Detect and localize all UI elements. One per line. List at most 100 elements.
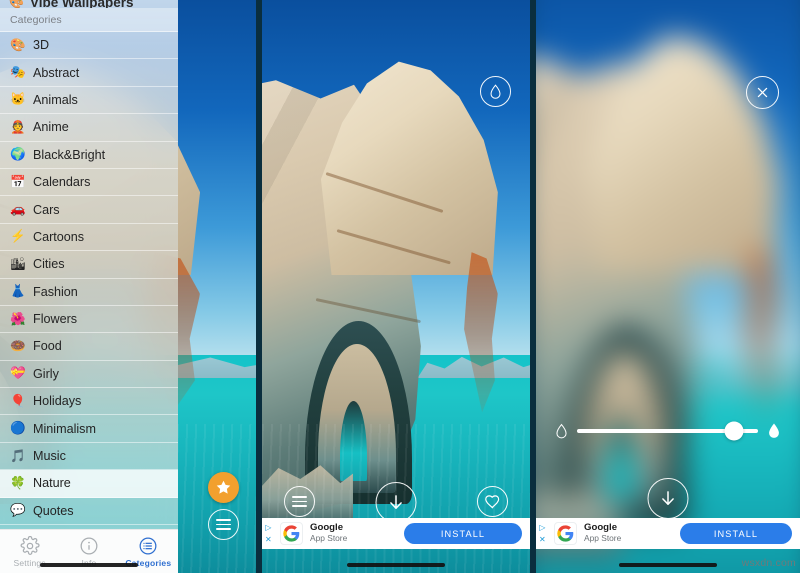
sidebar-item-music[interactable]: 🎵 Music [0,443,178,471]
download-arrow-icon [390,495,402,509]
ad-controls[interactable]: ▷ ✕ [265,523,272,544]
watermark: wsxdn.com [741,557,796,569]
category-icon: 🍀 [10,475,26,490]
ad-subtitle: App Store [310,533,348,544]
blur-toggle-button[interactable] [480,76,511,107]
ad-text: Google App Store [584,523,621,543]
blur-slider-thumb[interactable] [724,421,744,441]
category-label: Black&Bright [33,147,106,162]
category-label: Quotes [33,503,74,518]
favorite-button[interactable] [477,486,508,517]
sidebar-item-girly[interactable]: 💝 Girly [0,361,178,389]
home-indicator [347,563,445,567]
category-icon: 🎨 [10,37,26,52]
ad-controls[interactable]: ▷ ✕ [539,523,546,544]
sidebar-item-black-bright[interactable]: 🌍 Black&Bright [0,142,178,169]
adchoices-icon[interactable]: ▷ [539,523,545,532]
ad-app-logo [554,522,577,545]
sidebar-item-flowers[interactable]: 🌺 Flowers [0,306,178,334]
sidebar-item-animals[interactable]: 🐱 Animals [0,87,178,115]
close-editor-button[interactable] [746,76,779,109]
sidebar-item-minimalism[interactable]: 🔵 Minimalism [0,415,178,443]
sidebar-item-anime[interactable]: 👲 Anime [0,114,178,142]
panel-wallpaper-preview: ▷ ✕ Google App Store INSTALL [262,0,530,573]
category-label: Girly [33,366,59,381]
category-icon: 🌺 [10,311,26,326]
category-label: Food [33,339,62,354]
blur-slider-row[interactable] [536,421,800,441]
sidebar-item-abstract[interactable]: 🎭 Abstract [0,59,178,87]
category-list[interactable]: 🎨 3D 🎭 Abstract 🐱 Animals 👲 Anime 🌍 Black&Bright 📅… [0,32,178,529]
sidebar-item-calendars[interactable]: 📅 Calendars [0,169,178,197]
category-icon: 👗 [10,284,26,299]
category-label: 3D [33,38,50,53]
download-button[interactable] [375,482,417,523]
category-label: Nature [33,476,71,491]
google-logo-icon [557,525,574,542]
sidebar-item-3d[interactable]: 🎨 3D [0,32,178,60]
category-icon: 💝 [10,366,26,381]
ad-text: Google App Store [310,523,347,543]
hamburger-menu-icon [292,495,307,508]
category-label: Flowers [33,312,78,327]
category-icon: 👲 [10,119,26,134]
category-label: Cars [33,202,60,217]
ad-install-button[interactable]: INSTALL [680,523,792,544]
star-icon [216,480,231,494]
info-circle-icon [80,537,98,554]
ad-subtitle: App Store [584,533,622,544]
blur-slider-track[interactable] [577,421,758,441]
category-label: Abstract [33,65,80,80]
category-icon: 🐱 [10,92,26,107]
category-label: Fashion [33,284,78,299]
category-label: Anime [33,120,69,135]
ad-banner[interactable]: ▷ ✕ Google App Store INSTALL [262,518,530,549]
hamburger-menu-icon [216,518,231,531]
category-icon: 🎭 [10,65,26,80]
categories-section-header: Categories [0,8,178,32]
sidebar-item-cities[interactable]: 🏙 Cities [0,251,178,279]
gear-icon [20,535,40,555]
sidebar-item-fashion[interactable]: 👗 Fashion [0,279,178,306]
close-x-icon [757,87,768,98]
category-label: Animals [33,92,78,107]
download-arrow-icon [662,491,674,505]
ad-close-icon[interactable]: ✕ [539,535,546,544]
category-icon: 💬 [10,503,26,518]
sidebar-item-food[interactable]: 🍩 Food [0,333,178,361]
favorites-star-button[interactable] [208,472,239,503]
home-indicator [619,563,717,567]
download-button[interactable] [647,478,689,519]
drawer-menu-button[interactable] [208,509,239,540]
category-icon: 📅 [10,174,26,189]
sidebar-drawer: 🎨 Vibe Wallpapers Categories 🎨 3D 🎭 Abstrac… [0,0,178,573]
category-label: Minimalism [33,421,96,436]
sidebar-item-holidays[interactable]: 🎈 Holidays [0,388,178,416]
category-icon: 🌍 [10,147,26,162]
adchoices-icon[interactable]: ▷ [265,523,271,532]
panel-blur-editor: ▷ ✕ Google App Store INSTALL wsxdn.com [536,0,800,573]
water-drop-filled-icon [769,423,779,438]
app-title: 🎨 Vibe Wallpapers [0,0,178,8]
sidebar-item-cartoons[interactable]: ⚡ Cartoons [0,224,178,252]
panel-category-drawer: 🎨 Vibe Wallpapers Categories 🎨 3D 🎭 Abstrac… [0,0,256,573]
category-label: Music [33,449,66,464]
ad-close-icon[interactable]: ✕ [265,535,272,544]
category-icon: 🎈 [10,393,26,408]
heart-icon [485,494,500,508]
sidebar-item-nature[interactable]: 🍀 Nature [0,470,178,498]
ad-install-button[interactable]: INSTALL [404,523,522,544]
water-drop-outline-icon [556,423,567,438]
google-logo-icon [283,525,300,542]
ad-app-logo [280,522,303,545]
sidebar-item-quotes[interactable]: 💬 Quotes [0,498,178,526]
wallpaper-menu-button[interactable] [284,486,315,517]
ad-banner[interactable]: ▷ ✕ Google App Store INSTALL [536,518,800,549]
sidebar-item-cars[interactable]: 🚗 Cars [0,196,178,224]
category-icon: 🏙 [10,256,26,271]
category-icon: 🎵 [10,448,26,463]
category-icon: 🚗 [10,202,26,217]
app-logo-icon: 🎨 [9,0,24,8]
category-icon: ⚡ [10,229,26,244]
app-title-label: Vibe Wallpapers [29,0,134,8]
